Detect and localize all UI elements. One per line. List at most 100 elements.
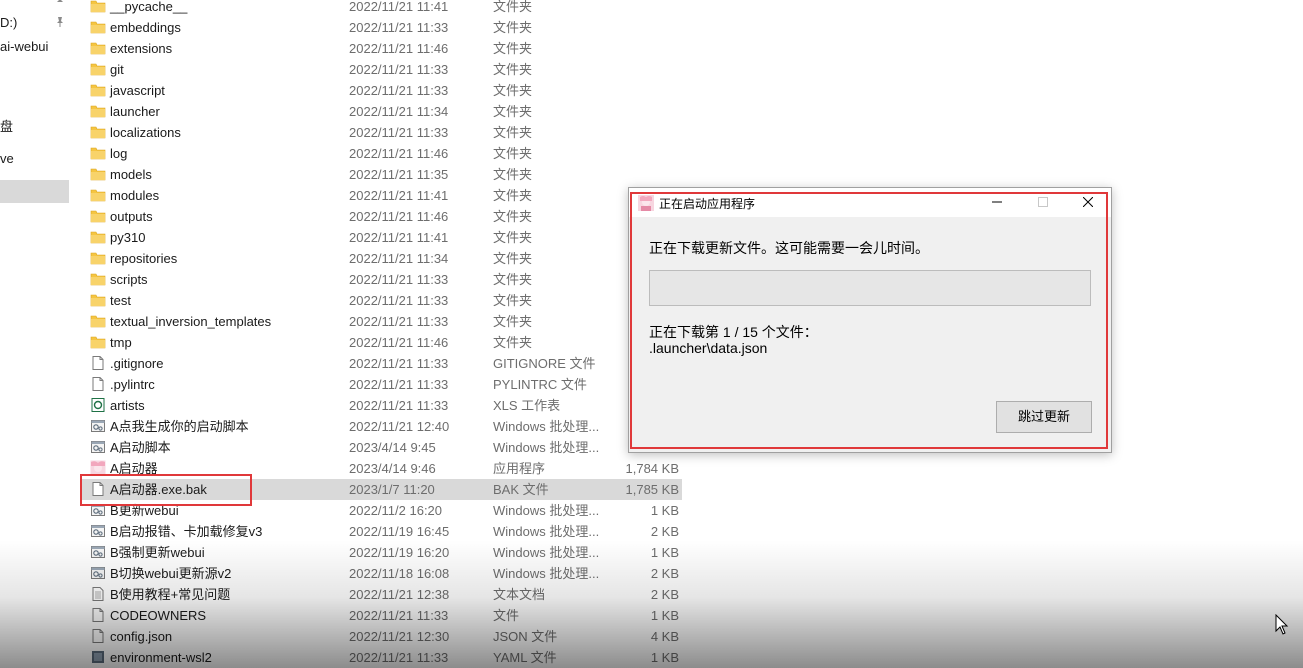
file-type: 文件夹 xyxy=(493,125,533,140)
file-name: tmp xyxy=(110,335,132,350)
file-size: 1,785 KB xyxy=(625,482,680,497)
pin-icon xyxy=(57,0,63,2)
file-row[interactable]: models 2022/11/21 11:35 文件夹 xyxy=(80,164,682,185)
file-date-modified: 2022/11/21 11:33 xyxy=(349,272,449,287)
current-file-path: .launcher\data.json xyxy=(649,340,768,356)
yaml-file-icon xyxy=(92,651,104,663)
folder-icon xyxy=(90,168,106,181)
file-date-modified: 2022/11/21 11:33 xyxy=(349,650,449,665)
file-row[interactable]: A启动器.exe.bak 2023/1/7 11:20 BAK 文件 1,785 KB xyxy=(80,479,682,500)
nav-item[interactable] xyxy=(0,180,69,203)
file-name: config.json xyxy=(110,629,173,644)
file-type: BAK 文件 xyxy=(493,482,549,497)
file-row[interactable]: A点我生成你的启动脚本 2022/11/21 12:40 Windows 批处理..… xyxy=(80,416,682,437)
file-row[interactable]: extensions 2022/11/21 11:46 文件夹 xyxy=(80,38,682,59)
file-name: B更新webui xyxy=(110,503,179,518)
file-name: A点我生成你的启动脚本 xyxy=(110,419,249,434)
file-date-modified: 2022/11/21 11:33 xyxy=(349,377,449,392)
skip-update-button[interactable]: 跳过更新 xyxy=(996,401,1092,433)
file-name: A启动器 xyxy=(110,461,158,476)
dialog-message: 正在下载更新文件。这可能需要一会儿时间。 xyxy=(649,240,929,256)
file-type: 文件夹 xyxy=(493,293,533,308)
file-name: outputs xyxy=(110,209,153,224)
nav-item[interactable]: 盘 xyxy=(0,116,69,137)
file-row[interactable]: B强制更新webui 2022/11/19 16:20 Windows 批处理...… xyxy=(80,542,682,563)
folder-icon xyxy=(90,252,106,265)
file-row[interactable]: py310 2022/11/21 11:41 文件夹 xyxy=(80,227,682,248)
file-date-modified: 2023/4/14 9:45 xyxy=(349,440,436,455)
folder-icon xyxy=(90,231,106,244)
file-type: 文件夹 xyxy=(493,167,533,182)
folder-icon xyxy=(90,0,106,13)
file-row[interactable]: modules 2022/11/21 11:41 文件夹 xyxy=(80,185,682,206)
batch-file-icon xyxy=(91,420,105,432)
file-size: 1 KB xyxy=(650,608,679,623)
file-row[interactable]: javascript 2022/11/21 11:33 文件夹 xyxy=(80,80,682,101)
text-file-icon xyxy=(92,587,104,601)
file-date-modified: 2022/11/21 11:41 xyxy=(349,0,449,14)
file-name: scripts xyxy=(110,272,148,287)
nav-item[interactable]: ai-webui xyxy=(0,36,69,57)
file-type: PYLINTRC 文件 xyxy=(493,377,587,392)
file-row[interactable]: textual_inversion_templates 2022/11/21 11… xyxy=(80,311,682,332)
dialog-titlebar[interactable]: 正在启动应用程序 xyxy=(629,188,1111,217)
file-date-modified: 2022/11/21 12:38 xyxy=(349,587,450,602)
file-row[interactable]: .gitignore 2022/11/21 11:33 GITIGNORE 文件 xyxy=(80,353,682,374)
file-type: 文件夹 xyxy=(493,335,533,350)
file-type: Windows 批处理... xyxy=(493,419,600,434)
file-type: YAML 文件 xyxy=(493,650,557,665)
file-row[interactable]: launcher 2022/11/21 11:34 文件夹 xyxy=(80,101,682,122)
file-date-modified: 2022/11/2 16:20 xyxy=(349,503,443,518)
file-row[interactable]: artists 2022/11/21 11:33 XLS 工作表 xyxy=(80,395,682,416)
file-row[interactable]: .pylintrc 2022/11/21 11:33 PYLINTRC 文件 xyxy=(80,374,682,395)
file-row[interactable]: repositories 2022/11/21 11:34 文件夹 xyxy=(80,248,682,269)
file-row[interactable]: A启动器 2023/4/14 9:46 应用程序 1,784 KB xyxy=(80,458,682,479)
file-name: javascript xyxy=(110,83,165,98)
file-icon xyxy=(92,629,104,643)
file-row[interactable]: CODEOWNERS 2022/11/21 11:33 文件 1 KB xyxy=(80,605,682,626)
file-row[interactable]: A启动脚本 2023/4/14 9:45 Windows 批处理... xyxy=(80,437,682,458)
file-date-modified: 2022/11/21 11:33 xyxy=(349,125,449,140)
folder-icon xyxy=(90,147,106,160)
maximize-button xyxy=(1020,188,1066,217)
file-row[interactable]: B更新webui 2022/11/2 16:20 Windows 批处理... 1 K… xyxy=(80,500,682,521)
file-date-modified: 2022/11/21 11:46 xyxy=(349,335,449,350)
close-button[interactable] xyxy=(1065,188,1111,217)
file-date-modified: 2022/11/21 11:46 xyxy=(349,146,449,161)
file-size: 1,784 KB xyxy=(625,461,680,476)
file-type: 文件 xyxy=(493,608,520,623)
file-name: environment-wsl2 xyxy=(110,650,212,665)
file-row[interactable]: log 2022/11/21 11:46 文件夹 xyxy=(80,143,682,164)
nav-item-label: D:) xyxy=(0,15,18,30)
file-row[interactable]: __pycache__ 2022/11/21 11:41 文件夹 xyxy=(80,0,682,17)
file-name: .pylintrc xyxy=(110,377,155,392)
download-progress-bar xyxy=(649,270,1091,306)
file-icon xyxy=(92,608,104,622)
file-row[interactable]: B使用教程+常见问题 2022/11/21 12:38 文本文档 2 KB xyxy=(80,584,682,605)
file-row[interactable]: git 2022/11/21 11:33 文件夹 xyxy=(80,59,682,80)
nav-item[interactable]: ve xyxy=(0,148,69,169)
navigation-pane: D:) ai-webui 盘 ve xyxy=(0,0,69,668)
file-row[interactable]: B切换webui更新源v2 2022/11/18 16:08 Windows 批处理… xyxy=(80,563,682,584)
file-date-modified: 2023/4/14 9:46 xyxy=(349,461,436,476)
file-row[interactable]: test 2022/11/21 11:33 文件夹 xyxy=(80,290,682,311)
file-row[interactable]: localizations 2022/11/21 11:33 文件夹 xyxy=(80,122,682,143)
file-row[interactable]: outputs 2022/11/21 11:46 文件夹 xyxy=(80,206,682,227)
file-date-modified: 2022/11/21 11:34 xyxy=(349,251,449,266)
minimize-button[interactable] xyxy=(974,188,1020,217)
file-row[interactable]: config.json 2022/11/21 12:30 JSON 文件 4 KB xyxy=(80,626,682,647)
file-type: 文件夹 xyxy=(493,20,533,35)
file-row[interactable]: embeddings 2022/11/21 11:33 文件夹 xyxy=(80,17,682,38)
folder-icon xyxy=(90,63,106,76)
file-name: B切换webui更新源v2 xyxy=(110,566,232,581)
file-row[interactable]: scripts 2022/11/21 11:33 文件夹 xyxy=(80,269,682,290)
file-name: py310 xyxy=(110,230,146,245)
nav-item[interactable]: D:) xyxy=(0,12,69,33)
file-row[interactable]: B启动报错、卡加载修复v3 2022/11/19 16:45 Windows 批处理… xyxy=(80,521,682,542)
file-date-modified: 2022/11/21 11:41 xyxy=(349,230,449,245)
file-row[interactable]: tmp 2022/11/21 11:46 文件夹 xyxy=(80,332,682,353)
file-type: 文件夹 xyxy=(493,41,533,56)
nav-item-label: ai-webui xyxy=(0,39,49,54)
file-name: embeddings xyxy=(110,20,181,35)
file-row[interactable]: environment-wsl2 2022/11/21 11:33 YAML 文件 1… xyxy=(80,647,682,668)
